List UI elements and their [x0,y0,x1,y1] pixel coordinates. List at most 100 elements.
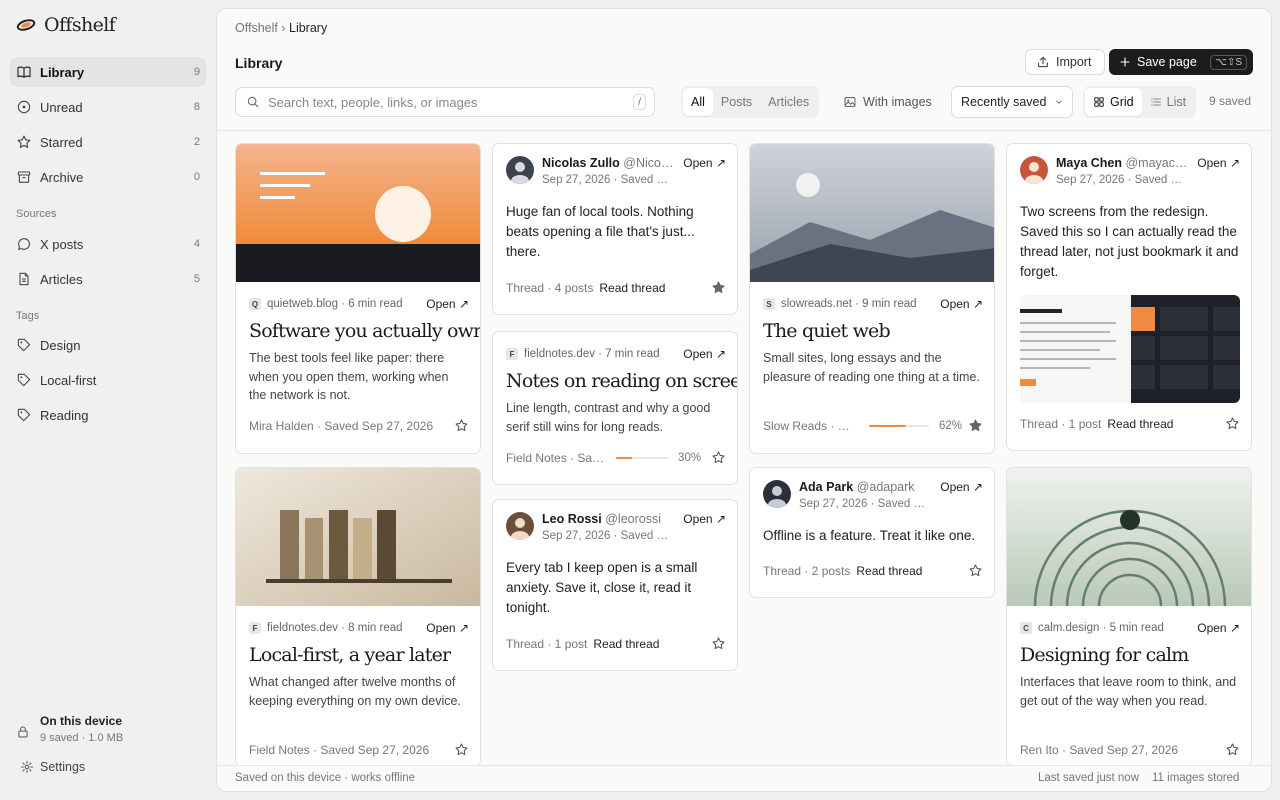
sidebar-item-tag-design[interactable]: Design [10,330,206,360]
app-name: Offshelf [44,14,116,36]
author-name: Nicolas Zullo [542,156,620,170]
open-link[interactable]: Open ↗ [1197,621,1240,635]
sidebar-item-label: Articles [40,271,83,287]
breadcrumb-root[interactable]: Offshelf [235,21,278,35]
card-source: fieldnotes.dev · 7 min read [524,348,660,360]
post-header: Nicolas Zullo @Nico… Sep 27, 2026 · Save… [506,156,726,186]
post-card[interactable]: Nicolas Zullo @Nico… Sep 27, 2026 · Save… [492,143,738,315]
open-link[interactable]: Open ↗ [683,512,726,526]
tag-icon [16,337,32,353]
article-card[interactable]: C calm.design · 5 min read Open ↗ Design… [1006,467,1252,767]
sidebar-item-count: 9 [193,66,200,78]
reading-progress-bar [868,424,929,427]
article-thumbnail [750,144,994,282]
breadcrumb: Offshelf › Library [235,21,327,35]
article-card[interactable]: Q quietweb.blog · 6 min read Open ↗ Soft… [235,143,481,454]
circle-dot-icon [17,100,31,114]
site-favicon: F [249,622,261,634]
post-card[interactable]: Maya Chen @mayac… Sep 27, 2026 · Saved …… [1006,143,1252,451]
image-icon [844,97,856,107]
brand[interactable]: Offshelf [16,14,116,36]
open-link[interactable]: Open ↗ [683,347,726,361]
read-thread-link[interactable]: Read thread [1107,417,1173,431]
read-thread-link[interactable]: Read thread [599,281,665,295]
star-icon[interactable] [968,563,983,578]
view-list[interactable]: List [1142,88,1194,116]
open-link[interactable]: Open ↗ [1197,156,1240,170]
search-box[interactable]: / [235,87,655,117]
star-icon[interactable] [1225,416,1240,431]
site-favicon: Q [249,298,261,310]
sidebar-item-articles[interactable]: Articles 5 [10,264,206,294]
toolbar-divider [217,130,1271,131]
open-link[interactable]: Open ↗ [426,621,469,635]
card-byline: Field Notes · Saved Sep 27, 2026 [249,742,430,757]
sort-select[interactable]: Recently saved [951,86,1073,118]
view-grid[interactable]: Grid [1085,88,1142,116]
thread-info: Thread · 1 post [1020,416,1102,431]
star-icon [16,134,32,150]
settings-button[interactable]: Settings [20,760,85,774]
author-name: Maya Chen [1056,156,1122,170]
filter-all[interactable]: All [683,88,713,116]
star-icon[interactable] [711,450,726,465]
star-icon[interactable] [1225,742,1240,757]
search-input[interactable] [268,94,626,110]
view-grid-label: Grid [1110,95,1134,109]
with-images-toggle[interactable]: With images [843,87,932,117]
star-filled-icon[interactable] [968,418,983,433]
star-filled-icon[interactable] [711,280,726,295]
author-handle: @mayac… [1125,156,1188,170]
sidebar-item-starred[interactable]: Starred 2 [10,127,206,157]
open-link[interactable]: Open ↗ [426,297,469,311]
article-card[interactable]: S slowreads.net · 9 min read Open ↗ The … [749,143,995,454]
sidebar-item-x-posts[interactable]: X posts 4 [10,229,206,259]
import-button[interactable]: Import [1025,49,1105,75]
device-storage: On this device 9 saved · 1.0 MB [16,714,123,744]
article-card[interactable]: F fieldnotes.dev · 7 min read Open ↗ Not… [492,331,738,485]
star-icon[interactable] [711,636,726,651]
reading-progress-label: 30% [678,451,702,464]
post-date: Sep 27, 2026 · Saved … [542,530,668,542]
read-thread-link[interactable]: Read thread [856,564,922,578]
reading-progress-label: 62% [938,419,962,432]
search-icon [247,96,259,108]
open-link[interactable]: Open ↗ [683,156,726,170]
card-description: Line length, contrast and why a good ser… [506,401,711,434]
images-stored-status: 11 images stored [1152,772,1240,784]
article-thumbnail [1007,468,1251,606]
sidebar-item-unread[interactable]: Unread 8 [10,92,206,122]
chevron-down-icon [1056,100,1062,104]
card-title: Designing for calm [1020,644,1189,666]
card-meta: C calm.design · 5 min read Open ↗ [1020,621,1240,635]
open-link[interactable]: Open ↗ [940,297,983,311]
site-favicon: S [763,298,775,310]
open-link[interactable]: Open ↗ [940,480,983,494]
save-page-button[interactable]: Save page ⌥⇧S [1109,49,1253,75]
sidebar-item-label: Local-first [40,372,97,388]
card-meta: F fieldnotes.dev · 8 min read Open ↗ [249,621,469,635]
sidebar-item-library[interactable]: Library 9 [10,57,206,87]
sidebar-item-tag-reading[interactable]: Reading [10,400,206,430]
gear-icon [20,760,34,774]
author-name: Leo Rossi [542,512,602,526]
sidebar-item-tag-local-first[interactable]: Local-first [10,365,206,395]
star-icon[interactable] [454,742,469,757]
star-icon[interactable] [454,418,469,433]
post-card[interactable]: Ada Park @adapark Sep 27, 2026 · Saved …… [749,467,995,598]
post-card[interactable]: Leo Rossi @leorossi Sep 27, 2026 · Saved… [492,499,738,671]
filter-posts[interactable]: Posts [713,88,760,116]
article-card[interactable]: F fieldnotes.dev · 8 min read Open ↗ Loc… [235,467,481,767]
device-title: On this device [40,714,123,728]
site-favicon: C [1020,622,1032,634]
post-date: Sep 27, 2026 · Saved … [542,174,668,186]
card-title: Software you actually own [249,320,481,342]
card-title: Local-first, a year later [249,644,451,666]
sidebar-item-count: 4 [193,238,200,250]
card-meta: F fieldnotes.dev · 7 min read Open ↗ [506,347,726,361]
offline-status: Saved on this device · works offline [235,772,416,784]
status-bar: Saved on this device · works offline Las… [217,765,1271,791]
filter-articles[interactable]: Articles [760,88,817,116]
sidebar-item-archive[interactable]: Archive 0 [10,162,206,192]
read-thread-link[interactable]: Read thread [593,637,659,651]
